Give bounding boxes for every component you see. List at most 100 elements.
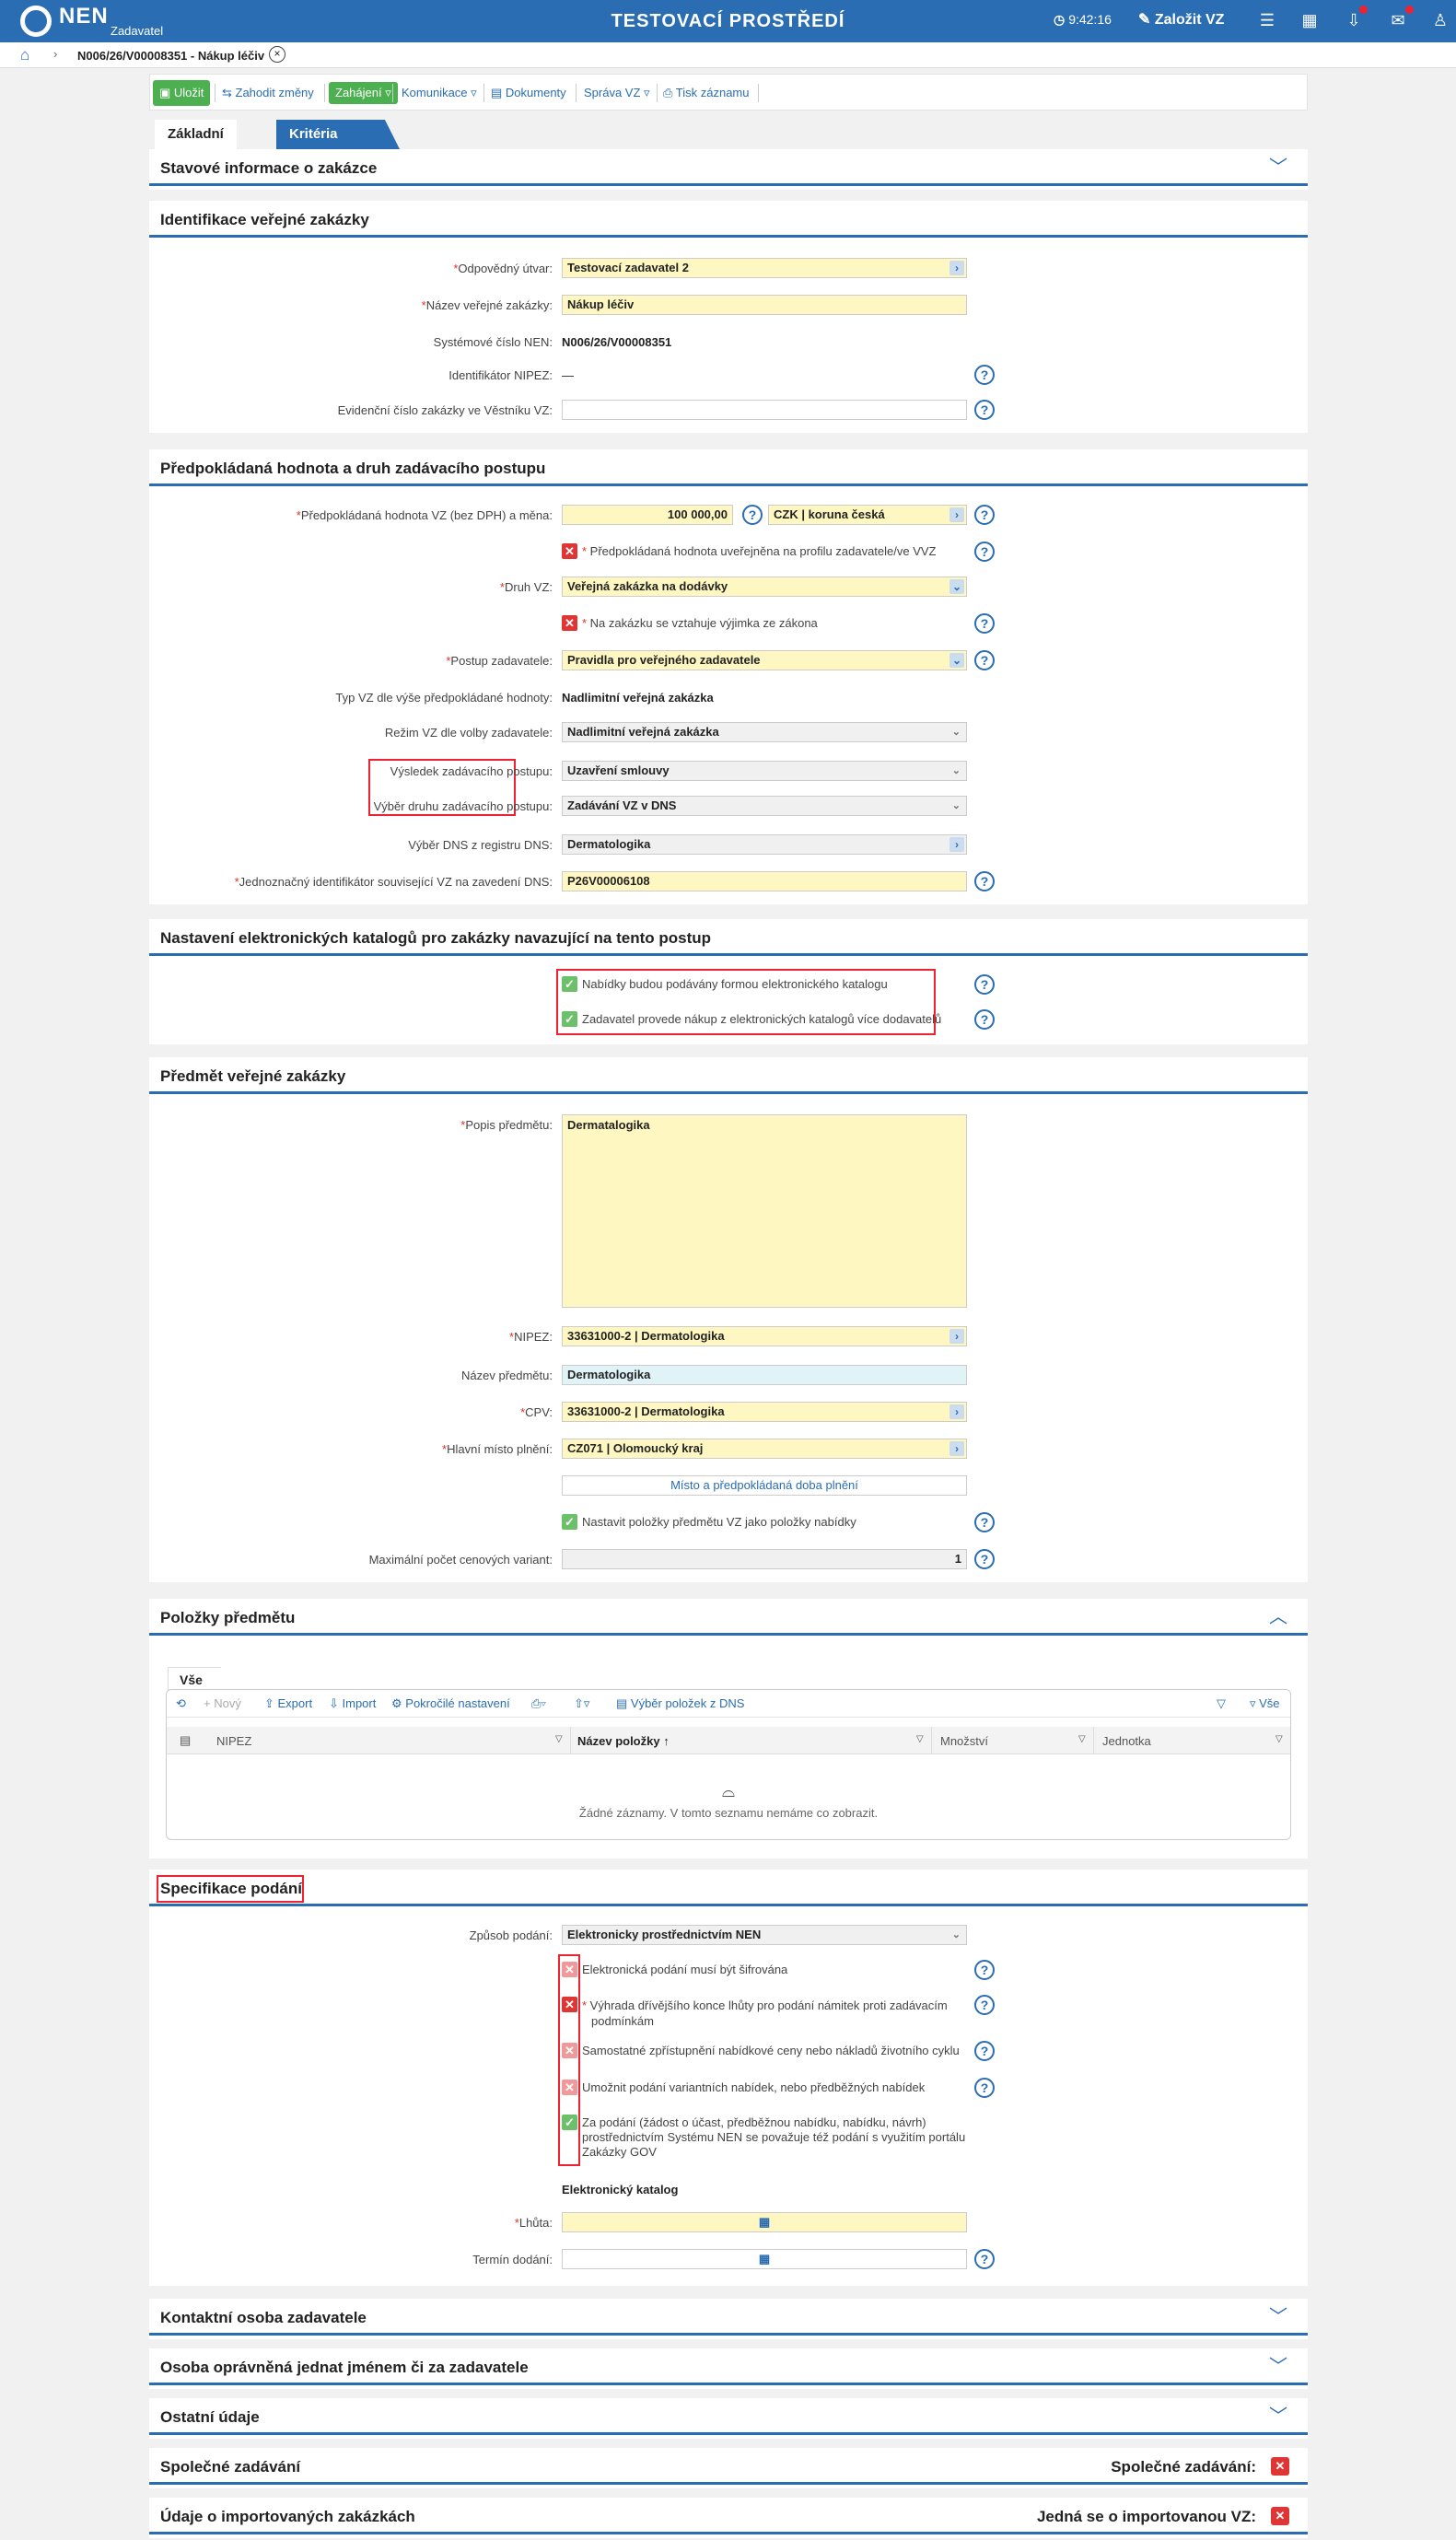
dns-select[interactable]: Dermatologika › bbox=[562, 834, 967, 855]
help-icon[interactable]: ? bbox=[974, 1960, 995, 1980]
help-icon[interactable]: ? bbox=[974, 542, 995, 562]
start-button[interactable]: Zahájení ▿ bbox=[329, 82, 398, 104]
breadcrumb[interactable]: N006/26/V00008351 - Nákup léčiv bbox=[77, 49, 264, 63]
help-icon[interactable]: ? bbox=[974, 974, 995, 995]
vz-type-select[interactable]: Veřejná zakázka na dodávky ⌄ bbox=[562, 577, 967, 597]
unchecked-x-icon[interactable]: ✕ bbox=[562, 543, 577, 559]
cpv-field[interactable]: 33631000-2 | Dermatologika › bbox=[562, 1402, 967, 1422]
chevron-down-icon[interactable]: ⌄ bbox=[949, 653, 964, 668]
chevron-down-icon[interactable]: ﹀ bbox=[1269, 158, 1287, 177]
help-icon[interactable]: ? bbox=[974, 1512, 995, 1532]
help-icon[interactable]: ? bbox=[974, 365, 995, 385]
checkmark-icon[interactable]: ✓ bbox=[562, 2115, 577, 2130]
refresh-icon[interactable]: ⟲ bbox=[176, 1693, 186, 1715]
chevron-down-icon[interactable]: ﹀ bbox=[1269, 2358, 1287, 2376]
help-icon[interactable]: ? bbox=[974, 2249, 995, 2269]
col-unit[interactable]: Jednotka bbox=[1102, 1734, 1151, 1748]
home-icon[interactable]: ⌂ bbox=[20, 46, 29, 64]
section-header[interactable]: Ostatní údaje ﹀ bbox=[149, 2398, 1308, 2435]
help-icon[interactable]: ? bbox=[974, 2041, 995, 2061]
unchecked-x-icon[interactable]: ✕ bbox=[562, 1962, 577, 1977]
help-icon[interactable]: ? bbox=[974, 2078, 995, 2098]
help-icon[interactable]: ? bbox=[974, 1995, 995, 2015]
submission-method-select[interactable]: Elektronicky prostřednictvím NEN ⌄ bbox=[562, 1925, 967, 1945]
help-icon[interactable]: ? bbox=[974, 400, 995, 420]
help-icon[interactable]: ? bbox=[974, 871, 995, 891]
currency-field[interactable]: CZK | koruna česká › bbox=[768, 505, 967, 525]
calendar-icon[interactable]: ▦ bbox=[759, 2252, 770, 2266]
help-icon[interactable]: ? bbox=[742, 505, 763, 525]
communication-button[interactable]: Komunikace ▿ bbox=[402, 82, 477, 104]
tab-all[interactable]: Vše bbox=[168, 1667, 221, 1691]
chevron-right-icon[interactable]: › bbox=[949, 1329, 964, 1344]
subject-description-textarea[interactable]: Dermatalogika bbox=[562, 1114, 967, 1308]
unchecked-x-icon[interactable]: ✕ bbox=[562, 2080, 577, 2095]
print-button[interactable]: ⎙ Tisk záznamu bbox=[663, 82, 750, 104]
subject-name-field[interactable]: Dermatologika bbox=[562, 1365, 967, 1385]
section-header[interactable]: Společné zadávání Společné zadávání: ✕ bbox=[149, 2448, 1308, 2485]
regime-select[interactable]: Nadlimitní veřejná zakázka ⌄ bbox=[562, 722, 967, 742]
save-button[interactable]: ▣ Uložit bbox=[153, 80, 211, 106]
documents-button[interactable]: ▤ Dokumenty bbox=[491, 82, 566, 104]
help-icon[interactable]: ? bbox=[974, 505, 995, 525]
row-select-icon[interactable]: ▤ bbox=[180, 1733, 191, 1748]
discard-button[interactable]: ⇆ Zahodit změny bbox=[222, 82, 314, 104]
help-icon[interactable]: ? bbox=[974, 1549, 995, 1569]
chevron-down-icon[interactable]: ﹀ bbox=[1269, 2308, 1287, 2326]
help-icon[interactable]: ? bbox=[974, 650, 995, 670]
column-filter-icon[interactable]: ▽ bbox=[916, 1734, 924, 1744]
section-header[interactable]: Položky předmětu ︿ bbox=[149, 1599, 1308, 1636]
procedure-select[interactable]: Pravidla pro veřejného zadavatele ⌄ bbox=[562, 650, 967, 670]
checkmark-icon[interactable]: ✓ bbox=[562, 1011, 577, 1027]
col-nipez[interactable]: NIPEZ bbox=[216, 1734, 251, 1748]
chevron-down-icon[interactable]: ⌄ bbox=[949, 579, 964, 594]
chevron-up-icon[interactable]: ︿ bbox=[1269, 1608, 1287, 1626]
section-header[interactable]: Stavové informace o zakázce ﹀ bbox=[149, 149, 1308, 186]
place-and-time-button[interactable]: Místo a předpokládaná doba plnění bbox=[562, 1475, 967, 1496]
import-button[interactable]: ⇩ Import bbox=[329, 1693, 376, 1715]
procedure-kind-select[interactable]: Zadávání VZ v DNS ⌄ bbox=[562, 796, 967, 816]
unchecked-x-icon[interactable]: ✕ bbox=[562, 615, 577, 631]
checkmark-icon[interactable]: ✓ bbox=[562, 1514, 577, 1530]
calendar-icon[interactable]: ▦ bbox=[759, 2215, 770, 2229]
col-quantity[interactable]: Množství bbox=[940, 1734, 988, 1748]
advanced-settings-button[interactable]: ⚙ Pokročilé nastavení bbox=[391, 1693, 510, 1715]
vz-name-field[interactable]: Nákup léčiv bbox=[562, 295, 967, 315]
column-filter-icon[interactable]: ▽ bbox=[1078, 1734, 1086, 1744]
deadline-field[interactable]: ▦ bbox=[562, 2212, 967, 2232]
help-icon[interactable]: ? bbox=[974, 613, 995, 634]
user-icon[interactable]: ♙ bbox=[1429, 9, 1451, 31]
nipez-field[interactable]: 33631000-2 | Dermatologika › bbox=[562, 1326, 967, 1346]
chevron-right-icon[interactable]: › bbox=[949, 507, 964, 522]
filter-icon[interactable]: ▽ bbox=[1217, 1693, 1226, 1715]
chevron-right-icon[interactable]: › bbox=[949, 1404, 964, 1419]
new-item-button[interactable]: + Nový bbox=[204, 1693, 241, 1715]
chevron-right-icon[interactable]: › bbox=[949, 1441, 964, 1456]
chevron-down-icon[interactable]: ﹀ bbox=[1269, 2407, 1287, 2426]
col-item-name[interactable]: Název položky ↑ bbox=[577, 1734, 670, 1748]
section-header[interactable]: Osoba oprávněná jednat jménem či za zada… bbox=[149, 2348, 1308, 2385]
section-header[interactable]: Údaje o importovaných zakázkách Jedná se … bbox=[149, 2498, 1308, 2534]
column-filter-icon[interactable]: ▽ bbox=[1275, 1734, 1283, 1744]
delivery-date-field[interactable]: ▦ bbox=[562, 2249, 967, 2269]
create-vz-button[interactable]: ✎ Založit VZ bbox=[1138, 10, 1224, 29]
estimated-value-field[interactable]: 100 000,00 bbox=[562, 505, 733, 525]
max-variants-field[interactable]: 1 bbox=[562, 1549, 967, 1569]
filter-all-button[interactable]: ▿ Vše bbox=[1250, 1693, 1280, 1715]
section-header[interactable]: Kontaktní osoba zadavatele ﹀ bbox=[149, 2299, 1308, 2336]
manage-vz-button[interactable]: Správa VZ ▿ bbox=[584, 82, 650, 104]
journal-number-field[interactable] bbox=[562, 400, 967, 420]
related-vz-id-field[interactable]: P26V00006108 bbox=[562, 871, 967, 891]
result-select[interactable]: Uzavření smlouvy ⌄ bbox=[562, 761, 967, 781]
export-button[interactable]: ⇪ Export bbox=[264, 1693, 312, 1715]
share-menu-button[interactable]: ⇧▿ bbox=[574, 1693, 589, 1715]
place-field[interactable]: CZ071 | Olomoucký kraj › bbox=[562, 1439, 967, 1459]
column-filter-icon[interactable]: ▽ bbox=[555, 1734, 563, 1744]
print-menu-button[interactable]: ⎙▿ bbox=[531, 1693, 546, 1715]
help-icon[interactable]: ? bbox=[974, 1009, 995, 1030]
menu-icon[interactable]: ☰ bbox=[1256, 9, 1278, 31]
responsible-unit-field[interactable]: Testovací zadavatel 2 › bbox=[562, 258, 967, 278]
tab-basic[interactable]: Základní údaje bbox=[155, 120, 237, 171]
chevron-right-icon[interactable]: › bbox=[949, 837, 964, 852]
unchecked-x-icon[interactable]: ✕ bbox=[562, 2043, 577, 2058]
